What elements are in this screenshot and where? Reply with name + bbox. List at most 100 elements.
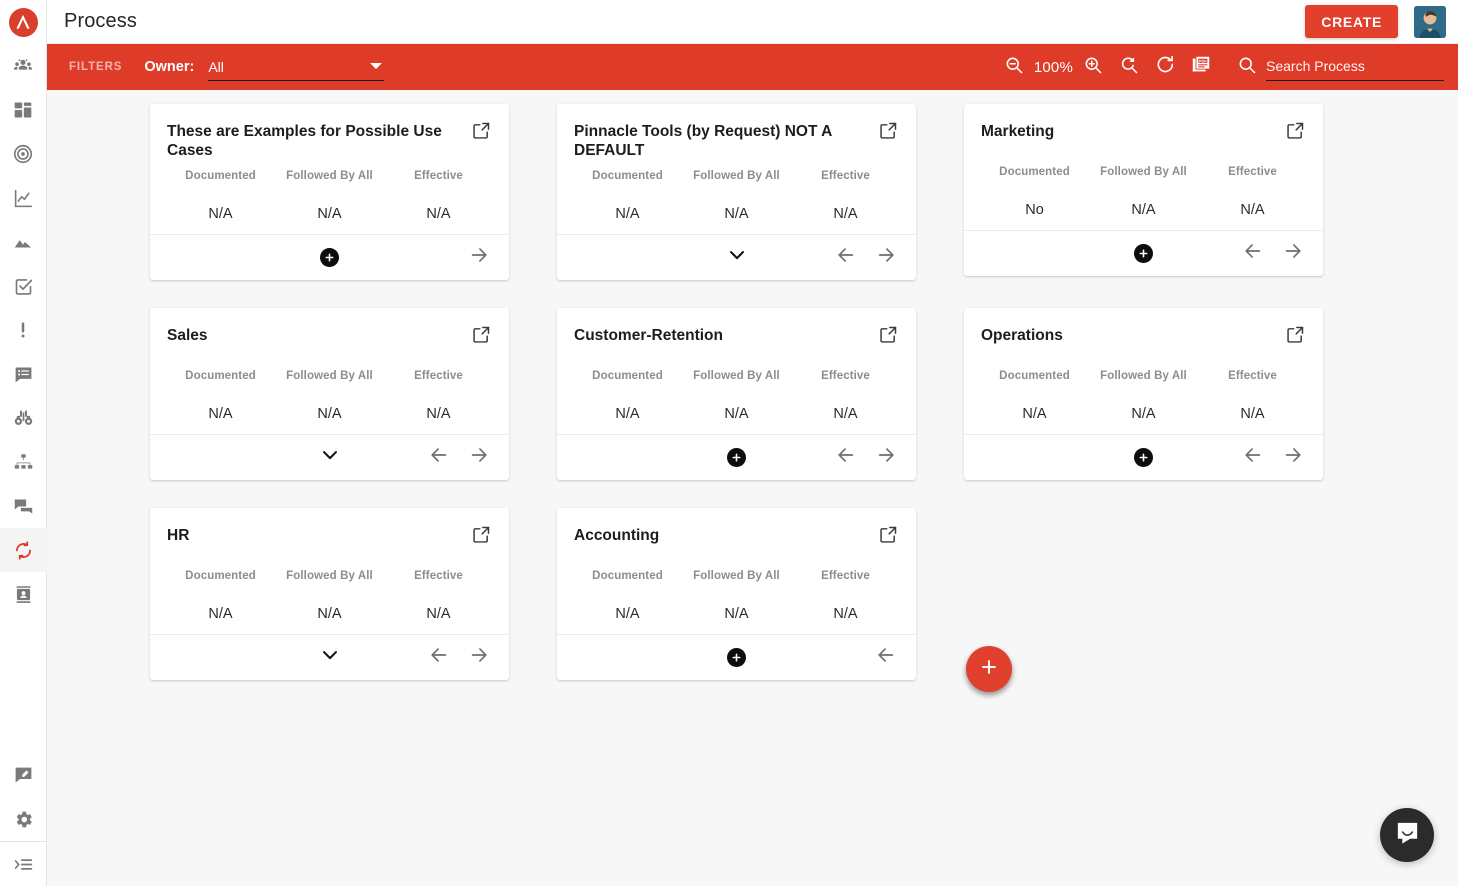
expand-chevron-button[interactable]	[319, 444, 341, 471]
feedback-icon	[13, 765, 34, 786]
card-footer-nav	[835, 244, 916, 271]
metric-followed-by-all: Followed By AllN/A	[682, 570, 791, 634]
metric-value: N/A	[275, 606, 384, 622]
metric-documented: DocumentedN/A	[573, 370, 682, 434]
sidebar-item-meetings[interactable]	[0, 352, 47, 396]
process-card: HRDocumentedN/AFollowed By AllN/AEffecti…	[150, 508, 509, 680]
left-sidebar	[0, 0, 47, 886]
metric-followed-by-all: Followed By AllN/A	[275, 370, 384, 434]
open-in-new-icon[interactable]	[878, 524, 899, 550]
add-item-button[interactable]	[320, 248, 339, 267]
next-page-button[interactable]	[468, 444, 490, 471]
metric-label: Documented	[573, 370, 682, 382]
chat-launcher[interactable]	[1380, 808, 1434, 862]
open-in-new-icon[interactable]	[471, 120, 492, 146]
create-button[interactable]: CREATE	[1305, 5, 1398, 38]
expand-chevron-button[interactable]	[319, 644, 341, 671]
metric-value: N/A	[682, 606, 791, 622]
sidebar-item-rocks[interactable]	[0, 220, 47, 264]
intercom-chat-icon	[1394, 819, 1421, 851]
card-metrics: DocumentedN/AFollowed By AllN/AEffective…	[964, 360, 1323, 434]
search-input[interactable]	[1266, 54, 1444, 81]
zoom-level-label: 100%	[1034, 59, 1073, 76]
card-title: Customer-Retention	[574, 326, 878, 345]
card-title: Sales	[167, 326, 471, 345]
owner-select[interactable]: All	[208, 53, 384, 81]
process-card: These are Examples for Possible Use Case…	[150, 104, 509, 280]
zoom-in-button[interactable]	[1075, 49, 1111, 85]
sidebar-item-settings[interactable]	[0, 797, 47, 841]
add-item-button[interactable]	[727, 648, 746, 667]
user-avatar[interactable]	[1414, 6, 1446, 38]
sidebar-item-metrics[interactable]	[0, 176, 47, 220]
line-chart-icon	[13, 188, 34, 209]
zoom-reset-button[interactable]	[1111, 49, 1147, 85]
collapse-menu-icon	[13, 854, 34, 875]
next-page-button[interactable]	[468, 644, 490, 671]
metric-label: Followed By All	[1089, 166, 1198, 178]
sidebar-item-people[interactable]	[0, 44, 47, 88]
prev-page-button[interactable]	[835, 244, 857, 271]
sidebar-item-collapse[interactable]	[0, 842, 47, 886]
zoom-out-icon	[1004, 55, 1024, 80]
add-item-button[interactable]	[1134, 448, 1153, 467]
sidebar-item-dashboard[interactable]	[0, 88, 47, 132]
plus-icon	[978, 656, 1000, 683]
sidebar-item-vision[interactable]	[0, 396, 47, 440]
sidebar-item-goals[interactable]	[0, 132, 47, 176]
add-process-fab[interactable]	[966, 646, 1012, 692]
sidebar-item-conversations[interactable]	[0, 484, 47, 528]
card-title: Marketing	[981, 122, 1285, 141]
gear-icon	[13, 809, 34, 830]
metric-value: N/A	[1198, 406, 1307, 422]
prev-page-button[interactable]	[428, 444, 450, 471]
open-in-new-icon[interactable]	[878, 120, 899, 146]
metric-label: Followed By All	[275, 370, 384, 382]
metric-label: Followed By All	[682, 370, 791, 382]
sidebar-item-feedback[interactable]	[0, 753, 47, 797]
pdf-export-button[interactable]: PDF	[1183, 49, 1219, 85]
metric-value: N/A	[166, 606, 275, 622]
metric-value: No	[980, 202, 1089, 218]
card-footer-nav	[875, 644, 916, 671]
add-item-button[interactable]	[1134, 244, 1153, 263]
open-in-new-icon[interactable]	[471, 524, 492, 550]
next-page-button[interactable]	[1282, 444, 1304, 471]
process-card-grid: These are Examples for Possible Use Case…	[47, 104, 1458, 708]
open-in-new-icon[interactable]	[471, 324, 492, 350]
sidebar-item-process[interactable]	[0, 528, 47, 572]
metric-effective: EffectiveN/A	[791, 370, 900, 434]
metric-effective: EffectiveN/A	[1198, 370, 1307, 434]
prev-page-button[interactable]	[835, 444, 857, 471]
zoom-out-button[interactable]	[996, 49, 1032, 85]
prev-page-button[interactable]	[875, 644, 897, 671]
expand-chevron-button[interactable]	[726, 244, 748, 271]
card-header: These are Examples for Possible Use Case…	[150, 104, 509, 160]
process-card: OperationsDocumentedN/AFollowed By AllN/…	[964, 308, 1323, 480]
prev-page-button[interactable]	[428, 644, 450, 671]
metric-followed-by-all: Followed By AllN/A	[682, 170, 791, 234]
next-page-button[interactable]	[1282, 240, 1304, 267]
open-in-new-icon[interactable]	[1285, 120, 1306, 146]
card-title: HR	[167, 526, 471, 545]
sidebar-item-accountability[interactable]	[0, 440, 47, 484]
open-in-new-icon[interactable]	[878, 324, 899, 350]
metric-value: N/A	[791, 206, 900, 222]
sidebar-item-issues[interactable]	[0, 308, 47, 352]
add-item-button[interactable]	[727, 448, 746, 467]
open-in-new-icon[interactable]	[1285, 324, 1306, 350]
app-logo[interactable]	[0, 0, 47, 44]
metric-effective: EffectiveN/A	[791, 570, 900, 634]
prev-page-button[interactable]	[1242, 444, 1264, 471]
metric-label: Effective	[791, 570, 900, 582]
next-page-button[interactable]	[875, 444, 897, 471]
card-footer-center	[557, 648, 916, 667]
card-metrics: DocumentedN/AFollowed By AllN/AEffective…	[150, 160, 509, 234]
next-page-button[interactable]	[875, 244, 897, 271]
refresh-button[interactable]	[1147, 49, 1183, 85]
prev-page-button[interactable]	[1242, 240, 1264, 267]
sidebar-item-directory[interactable]	[0, 572, 47, 616]
next-page-button[interactable]	[468, 244, 490, 271]
metric-value: N/A	[573, 606, 682, 622]
sidebar-item-todos[interactable]	[0, 264, 47, 308]
